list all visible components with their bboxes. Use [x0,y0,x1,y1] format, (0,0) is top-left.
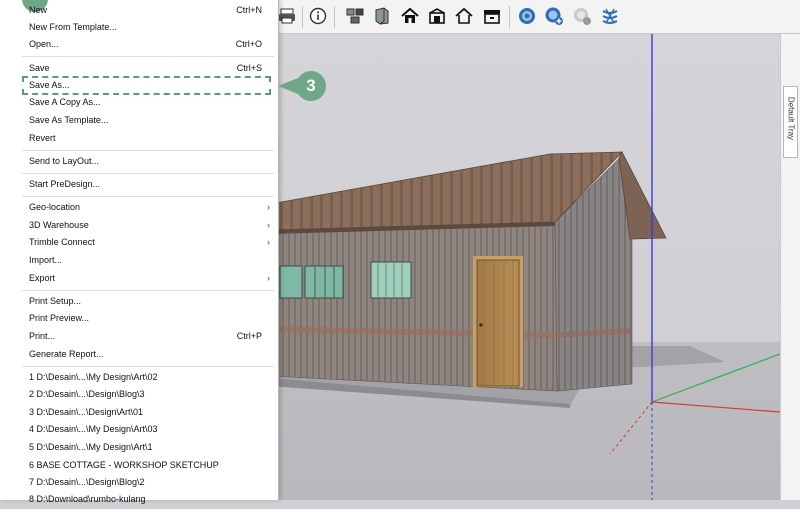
default-tray-strip: Default Tray [780,34,800,500]
menu-item-import[interactable]: Import... [0,253,278,270]
window-right [370,261,412,299]
menu-item-new-from-template[interactable]: New From Template... [0,20,278,37]
components-icon[interactable] [344,5,366,27]
recent-file-2[interactable]: 2 D:\Desain\...\Design\Blog\3 [0,387,278,404]
print-icon[interactable] [276,5,298,27]
menu-item-print-setup[interactable]: Print Setup... [0,294,278,311]
menu-item-open[interactable]: Open... Ctrl+O [0,37,278,54]
recent-file-4[interactable]: 4 D:\Desain\...\My Design\Art\03 [0,422,278,439]
menu-item-start-predesign[interactable]: Start PreDesign... [0,177,278,194]
menu-item-trimble-connect[interactable]: Trimble Connect › [0,235,278,252]
menu-item-send-to-layout[interactable]: Send to LayOut... [0,154,278,171]
menu-item-save-as-template[interactable]: Save As Template... [0,113,278,130]
save-as-highlight [22,76,271,95]
sandbox-icon[interactable] [599,5,621,27]
menu-item-save-a-copy-as[interactable]: Save A Copy As... [0,95,278,112]
menu-item-generate-report[interactable]: Generate Report... [0,347,278,364]
recent-file-1[interactable]: 1 D:\Desain\...\My Design\Art\02 [0,370,278,387]
drawing-viewport[interactable] [270,34,780,500]
recent-file-5[interactable]: 5 D:\Desain\...\My Design\Art\1 [0,440,278,457]
materials-icon[interactable] [371,5,393,27]
chevron-right-icon: › [267,202,270,212]
default-tray-tab[interactable]: Default Tray [783,86,798,158]
warehouse-icon[interactable] [426,5,448,27]
chevron-right-icon: › [267,273,270,283]
recent-file-6[interactable]: 6 BASE COTTAGE - WORKSHOP SKETCHUP [0,458,278,475]
recent-file-3[interactable]: 3 D:\Desain\...\Design\Art\01 [0,405,278,422]
menu-item-new[interactable]: New Ctrl+N [0,3,278,20]
menu-item-export[interactable]: Export › [0,271,278,288]
file-menu: New Ctrl+N New From Template... Open... Ct… [0,0,279,504]
menu-item-3d-warehouse[interactable]: 3D Warehouse › [0,218,278,235]
house-icon[interactable] [399,5,421,27]
step-callout: 3 [278,69,326,103]
default-tray-label: Default Tray [786,96,796,141]
extension-warehouse-icon[interactable] [481,5,503,27]
menu-item-print[interactable]: Print... Ctrl+P [0,329,278,346]
step-number-badge: 3 [296,71,326,101]
menu-item-geo-location[interactable]: Geo-location › [0,200,278,217]
chevron-right-icon: › [267,220,270,230]
photo-textures-icon[interactable] [571,5,593,27]
red-axis [651,401,780,413]
geo-location-icon[interactable] [516,5,538,27]
recent-file-7[interactable]: 7 D:\Desain\...\Design\Blog\2 [0,475,278,492]
add-location-icon[interactable] [543,5,565,27]
menu-item-revert[interactable]: Revert [0,131,278,148]
model-info-icon[interactable] [307,5,329,27]
home-outline-icon[interactable] [453,5,475,27]
recent-file-8[interactable]: 8 D:\Download\rumbo-kulang [0,492,278,509]
menu-item-print-preview[interactable]: Print Preview... [0,311,278,328]
chevron-right-icon: › [267,237,270,247]
window-mid [304,265,344,299]
callout-pointer [278,78,298,94]
window-left [279,265,303,299]
